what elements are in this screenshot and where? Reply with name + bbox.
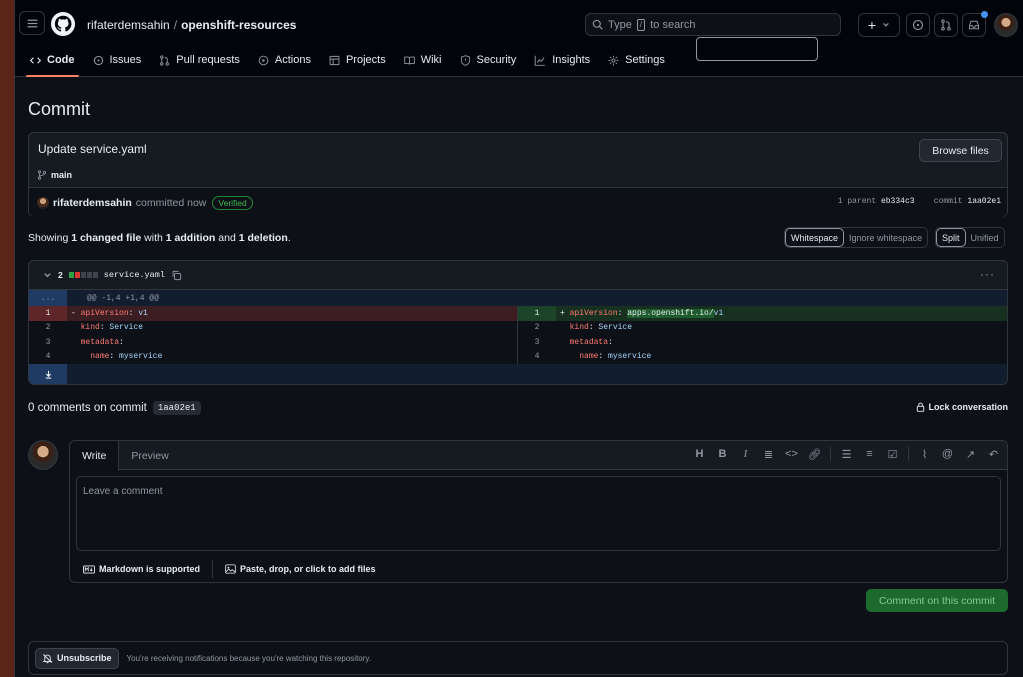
- heading-icon[interactable]: H: [692, 448, 707, 460]
- tab-preview[interactable]: Preview: [119, 441, 180, 470]
- editor-tabs: Write Preview H B I ≣ <> 🔗︎ ☰ ≡ ☑ ⌇ @ ↗: [70, 441, 1007, 471]
- task-list-icon[interactable]: ☑: [885, 448, 900, 461]
- reference-icon[interactable]: ↗: [963, 448, 978, 461]
- markdown-label: Markdown is supported: [99, 564, 201, 574]
- code-icon[interactable]: <>: [784, 448, 799, 460]
- footer-divider: [212, 560, 214, 578]
- bell-slash-icon: [42, 653, 53, 663]
- unordered-list-icon[interactable]: ≡: [862, 448, 877, 460]
- notification-bar: Unsubscribe You're receiving notificatio…: [28, 641, 1008, 675]
- comment-editor: Write Preview H B I ≣ <> 🔗︎ ☰ ≡ ☑ ⌇ @ ↗: [69, 440, 1008, 583]
- quote-icon[interactable]: ≣: [761, 448, 776, 461]
- notification-reason: You're receiving notifications because y…: [126, 653, 372, 663]
- markdown-link[interactable]: Markdown is supported: [83, 564, 200, 574]
- comment-textarea[interactable]: Leave a comment: [76, 476, 1001, 551]
- ordered-list-icon[interactable]: ☰: [839, 448, 854, 461]
- toolbar-divider: [830, 447, 831, 461]
- commenter-avatar[interactable]: [28, 440, 58, 470]
- tab-write[interactable]: Write: [70, 441, 120, 471]
- markdown-icon: [83, 564, 95, 574]
- unsubscribe-label: Unsubscribe: [57, 653, 112, 663]
- bold-icon[interactable]: B: [715, 448, 730, 460]
- image-icon: [225, 564, 236, 574]
- toolbar-divider: [908, 447, 909, 461]
- attach-icon[interactable]: ⌇: [917, 448, 932, 461]
- attach-files-label: Paste, drop, or click to add files: [240, 564, 376, 574]
- comment-submit-button[interactable]: Comment on this commit: [866, 589, 1008, 612]
- mention-icon[interactable]: @: [940, 448, 955, 460]
- link-icon[interactable]: 🔗︎: [807, 448, 822, 461]
- browser-window: rifaterdemsahin / openshift-resources Type…: [14, 0, 1023, 677]
- unsubscribe-button[interactable]: Unsubscribe: [35, 647, 119, 669]
- comment-area: Write Preview H B I ≣ <> 🔗︎ ☰ ≡ ☑ ⌇ @ ↗: [28, 0, 1008, 677]
- editor-footer: Markdown is supported Paste, drop, or cl…: [83, 560, 376, 578]
- italic-icon[interactable]: I: [738, 448, 753, 460]
- saved-replies-icon[interactable]: ↶: [986, 448, 1001, 461]
- markdown-toolbar: H B I ≣ <> 🔗︎ ☰ ≡ ☑ ⌇ @ ↗ ↶: [692, 447, 1001, 461]
- attach-files-link[interactable]: Paste, drop, or click to add files: [225, 564, 376, 574]
